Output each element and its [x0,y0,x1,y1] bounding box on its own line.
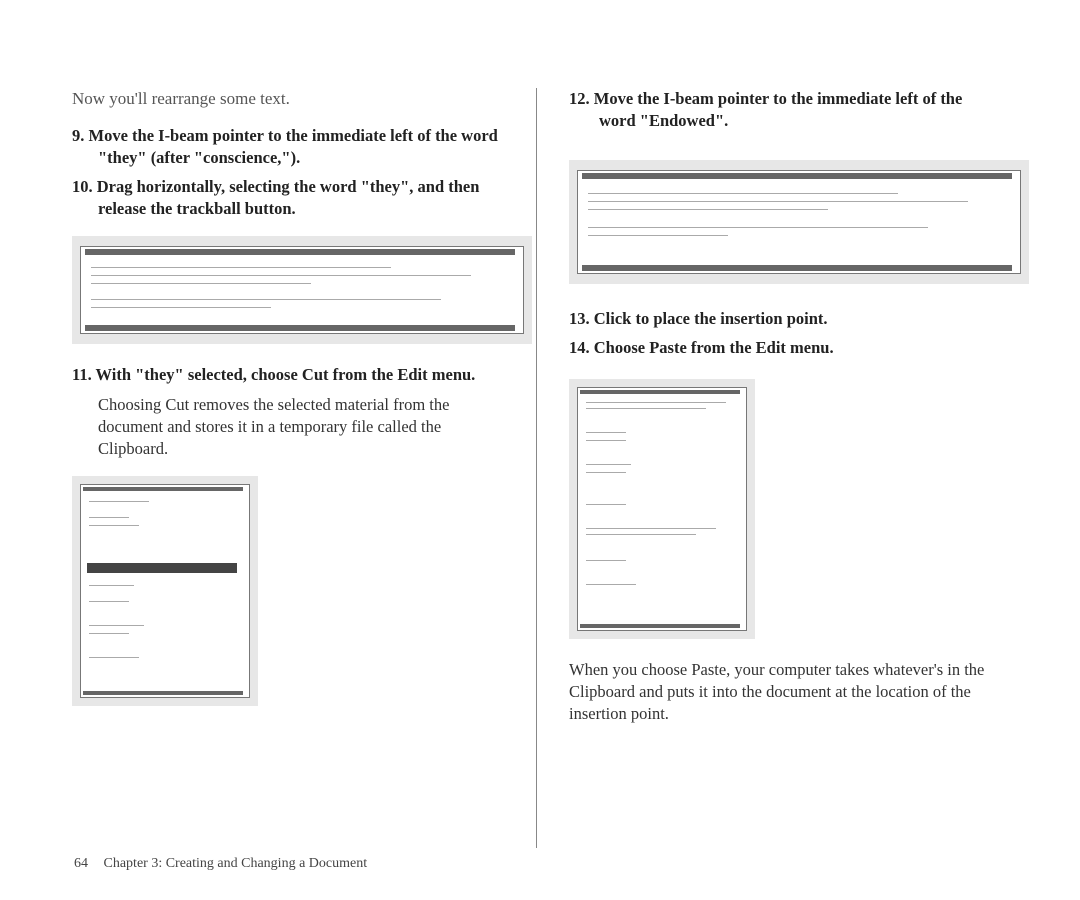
step-11-body: Choosing Cut removes the selected materi… [98,394,508,460]
step-14-number: 14. [569,338,590,357]
paste-explanation: When you choose Paste, your computer tak… [569,659,1001,725]
step-9: 9. Move the I-beam pointer to the immedi… [72,125,508,169]
step-10: 10. Drag horizontally, selecting the wor… [72,176,508,220]
screenshot-2-inner [80,484,250,698]
page-footer: 64 Chapter 3: Creating and Changing a Do… [74,856,367,872]
screenshot-1 [72,236,532,344]
screenshot-4 [569,379,755,639]
intro-text: Now you'll rearrange some text. [72,88,508,111]
step-14-text: Choose Paste from the Edit menu. [590,338,834,357]
step-9-text: Move the I-beam pointer to the immediate… [84,126,497,167]
page-number: 64 [74,856,88,871]
screenshot-3-inner [577,170,1021,274]
step-14: 14. Choose Paste from the Edit menu. [569,337,1001,359]
step-13-text: Click to place the insertion point. [590,309,828,328]
step-12-number: 12. [569,89,590,108]
column-divider [536,88,537,848]
step-9-number: 9. [72,126,84,145]
step-10-number: 10. [72,177,93,196]
right-column: 12. Move the I-beam pointer to the immed… [541,88,1001,760]
step-13-number: 13. [569,309,590,328]
step-12-text: Move the I-beam pointer to the immediate… [590,89,963,130]
left-column: Now you'll rearrange some text. 9. Move … [72,88,532,760]
step-11-text: With "they" selected, choose Cut from th… [92,365,476,384]
screenshot-4-inner [577,387,747,631]
screenshot-1-inner [80,246,524,334]
step-12: 12. Move the I-beam pointer to the immed… [569,88,1001,132]
step-10-text: Drag horizontally, selecting the word "t… [93,177,480,218]
page-content: Now you'll rearrange some text. 9. Move … [0,0,1080,760]
screenshot-3 [569,160,1029,284]
step-13: 13. Click to place the insertion point. [569,308,1001,330]
step-11-number: 11. [72,365,92,384]
chapter-title: Chapter 3: Creating and Changing a Docum… [104,856,368,871]
screenshot-2 [72,476,258,706]
step-11: 11. With "they" selected, choose Cut fro… [72,364,508,386]
